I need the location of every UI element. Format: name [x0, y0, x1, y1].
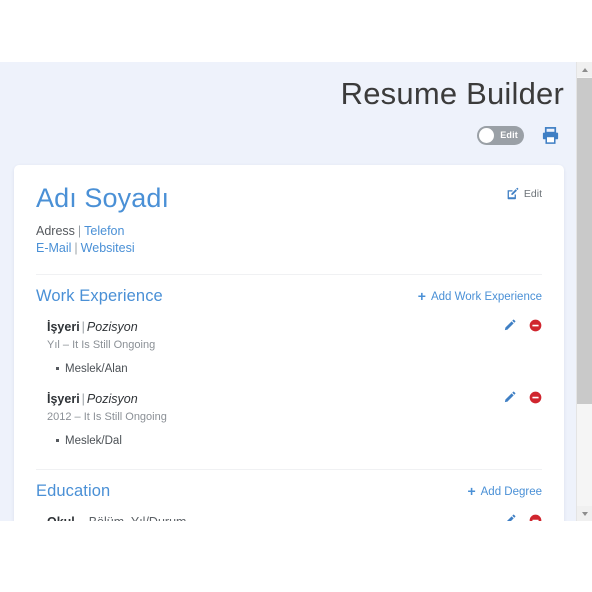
app-header: Resume Builder Edit	[0, 62, 578, 162]
work-experience-entry: İşyeri | Pozisyon Yıl – It Is Still Ongoin…	[36, 308, 542, 380]
chevron-up-icon	[581, 67, 588, 72]
plus-icon: +	[417, 288, 426, 305]
edit-personal-label: Edit	[523, 187, 542, 200]
entry-date-range: Yıl – It Is Still Ongoing	[47, 339, 156, 352]
entry-bullet-item: Meslek/Alan	[56, 361, 542, 377]
toggle-knob	[479, 128, 494, 143]
page-title: Resume Builder	[340, 76, 564, 111]
entry-date-range: 2012 – It Is Still Ongoing	[47, 411, 167, 424]
chevron-down-icon	[581, 511, 588, 516]
entry-separator: |	[81, 320, 85, 335]
browser-bottom-band	[0, 521, 592, 592]
entry-actions	[503, 319, 542, 332]
website-link[interactable]: Websitesi	[81, 241, 135, 255]
plus-icon: +	[467, 483, 476, 500]
personal-info-block: Adı Soyadı Adress | Telefon E-Mail | Website…	[36, 183, 542, 257]
add-work-experience-button[interactable]: + Add Work Experience	[417, 288, 542, 305]
entry-title: Okul – Bölüm, Yıl/Durum	[47, 514, 542, 521]
contact-line-2: E-Mail | Websitesi	[36, 240, 542, 257]
scrollbar-thumb[interactable]	[577, 78, 592, 404]
browser-top-band	[0, 0, 592, 62]
add-degree-label: Add Degree	[480, 485, 542, 498]
entry-actions	[503, 514, 542, 521]
section-header: Work Experience + Add Work Experience	[36, 275, 542, 308]
print-icon[interactable]	[541, 126, 560, 145]
scroll-up-button[interactable]	[577, 62, 592, 77]
circle-minus-icon[interactable]	[529, 319, 542, 332]
entry-role: Pozisyon	[86, 320, 138, 335]
entry-title: İşyeri | Pozisyon	[47, 391, 542, 407]
section-work-experience: Work Experience + Add Work Experience İş…	[36, 274, 542, 452]
contact-separator: |	[77, 224, 82, 239]
entry-bullet-list: Meslek/Alan	[47, 361, 542, 377]
entry-organization: İşyeri	[47, 392, 80, 407]
section-header: Education + Add Degree	[36, 470, 542, 503]
edit-personal-info-button[interactable]: Edit	[506, 187, 542, 200]
vertical-scrollbar[interactable]	[576, 62, 592, 521]
education-entry: Okul – Bölüm, Yıl/Durum	[36, 503, 542, 521]
circle-minus-icon[interactable]	[529, 514, 542, 521]
entry-organization: İşyeri	[47, 320, 80, 335]
pencil-icon[interactable]	[503, 514, 516, 521]
email-link[interactable]: E-Mail	[36, 241, 71, 255]
pencil-icon[interactable]	[503, 319, 516, 332]
entry-bullet-list: Meslek/Dal	[47, 433, 542, 449]
section-title-work-experience: Work Experience	[36, 287, 163, 306]
resume-card: Adı Soyadı Adress | Telefon E-Mail | Website…	[14, 165, 564, 521]
add-degree-button[interactable]: + Add Degree	[467, 483, 542, 500]
section-education: Education + Add Degree Okul – Bölüm, Yıl…	[36, 469, 542, 521]
entry-bullet-item: Meslek/Dal	[56, 433, 542, 449]
entry-actions	[503, 391, 542, 404]
phone-link[interactable]: Telefon	[84, 224, 124, 238]
circle-minus-icon[interactable]	[529, 391, 542, 404]
header-controls: Edit	[477, 126, 560, 145]
entry-title: İşyeri | Pozisyon	[47, 319, 542, 335]
add-work-experience-label: Add Work Experience	[430, 290, 542, 303]
scroll-down-button[interactable]	[577, 506, 592, 521]
entry-separator: |	[81, 392, 85, 407]
address-text: Adress	[36, 224, 75, 239]
person-name: Adı Soyadı	[36, 183, 170, 213]
edit-toggle-label: Edit	[500, 130, 518, 140]
edit-mode-toggle[interactable]: Edit	[477, 126, 524, 145]
browser-viewport: Resume Builder Edit Adı Soyadı Adress | …	[0, 0, 592, 592]
work-experience-entry: İşyeri | Pozisyon 2012 – It Is Still Ongoi…	[36, 380, 542, 452]
pencil-icon[interactable]	[503, 391, 516, 404]
page-canvas: Resume Builder Edit Adı Soyadı Adress | …	[0, 62, 578, 521]
entry-role: Pozisyon	[86, 392, 138, 407]
contact-separator: |	[74, 241, 78, 256]
pencil-square-icon	[507, 187, 519, 200]
section-title-education: Education	[36, 482, 111, 501]
contact-line-1: Adress | Telefon	[36, 223, 542, 240]
